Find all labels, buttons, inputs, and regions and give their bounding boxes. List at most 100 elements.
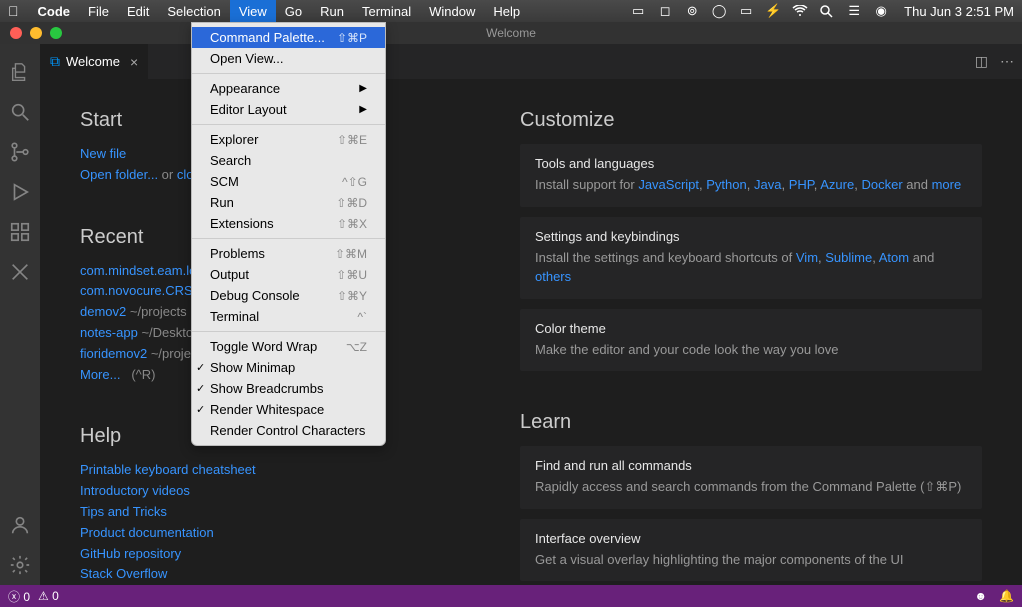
help-link[interactable]: Printable keyboard cheatsheet <box>80 462 256 477</box>
menu-item[interactable]: ✓Show Minimap <box>192 357 385 378</box>
menu-item[interactable]: Explorer⇧⌘E <box>192 129 385 150</box>
menu-item-shortcut: ⇧⌘U <box>336 268 367 282</box>
settings-gear-icon[interactable] <box>0 545 40 585</box>
window-zoom-button[interactable] <box>50 27 62 39</box>
card-description: Install the settings and keyboard shortc… <box>535 248 967 287</box>
menu-item[interactable]: Output⇧⌘U <box>192 264 385 285</box>
menu-item[interactable]: Problems⇧⌘M <box>192 243 385 264</box>
tools-icon[interactable] <box>0 252 40 292</box>
spotlight-icon[interactable] <box>819 4 835 18</box>
card-link[interactable]: Vim <box>796 250 818 265</box>
split-editor-icon[interactable]: ◫ <box>975 53 988 70</box>
status-warnings[interactable]: ⚠ 0 <box>38 589 59 603</box>
wifi-icon[interactable] <box>792 5 808 17</box>
menu-item-shortcut: ⇧⌘P <box>337 31 367 45</box>
tab-welcome[interactable]: ⧉ Welcome × <box>40 44 148 79</box>
account-icon[interactable] <box>0 505 40 545</box>
status-bell-icon[interactable]: 🔔 <box>999 589 1014 603</box>
menu-edit[interactable]: Edit <box>118 0 158 22</box>
tray-icon[interactable]: ◻ <box>657 3 673 19</box>
menu-item[interactable]: Extensions⇧⌘X <box>192 213 385 234</box>
menu-terminal[interactable]: Terminal <box>353 0 420 22</box>
menu-item-label: Debug Console <box>210 288 300 303</box>
menu-item[interactable]: Open View... <box>192 48 385 69</box>
window-close-button[interactable] <box>10 27 22 39</box>
card-link[interactable]: Docker <box>861 177 902 192</box>
menu-item[interactable]: Toggle Word Wrap⌥Z <box>192 336 385 357</box>
menu-item[interactable]: ✓Show Breadcrumbs <box>192 378 385 399</box>
status-errors[interactable]: ⓧ 0 <box>8 588 30 605</box>
control-center-icon[interactable]: ☰ <box>846 3 862 19</box>
menubar-datetime[interactable]: Thu Jun 3 2:51 PM <box>904 4 1014 19</box>
menu-item[interactable]: Run⇧⌘D <box>192 192 385 213</box>
card-link[interactable]: JavaScript <box>638 177 699 192</box>
menu-item[interactable]: Render Control Characters <box>192 420 385 441</box>
tab-close-icon[interactable]: × <box>130 54 138 70</box>
menu-item[interactable]: Editor Layout▶ <box>192 99 385 120</box>
recent-item[interactable]: demov2 <box>80 304 126 319</box>
help-link[interactable]: Stack Overflow <box>80 566 167 581</box>
open-folder-link[interactable]: Open folder... <box>80 167 158 182</box>
check-icon: ✓ <box>196 403 205 416</box>
menu-item[interactable]: Terminal^` <box>192 306 385 327</box>
recent-more-link[interactable]: More... <box>80 367 120 382</box>
status-bar: ⓧ 0 ⚠ 0 ☻ 🔔 <box>0 585 1022 607</box>
menu-item[interactable]: Appearance▶ <box>192 78 385 99</box>
menu-item-shortcut: ⇧⌘D <box>336 196 367 210</box>
card-more-link[interactable]: more <box>932 177 962 192</box>
editor-tabbar: ⧉ Welcome × ◫ ⋯ <box>0 44 1022 79</box>
menu-run[interactable]: Run <box>311 0 353 22</box>
customize-card[interactable]: Color themeMake the editor and your code… <box>520 309 982 372</box>
menu-help[interactable]: Help <box>484 0 529 22</box>
card-more-link[interactable]: others <box>535 269 571 284</box>
menu-item-label: Toggle Word Wrap <box>210 339 317 354</box>
tray-icon[interactable]: ◯ <box>711 3 727 19</box>
apple-menu-icon[interactable]:  <box>8 3 19 19</box>
help-link[interactable]: GitHub repository <box>80 546 181 561</box>
tray-icon[interactable]: ▭ <box>630 3 646 19</box>
menu-item[interactable]: ✓Render Whitespace <box>192 399 385 420</box>
more-actions-icon[interactable]: ⋯ <box>1000 53 1014 70</box>
learn-card[interactable]: Find and run all commandsRapidly access … <box>520 446 982 509</box>
menu-app[interactable]: Code <box>29 0 80 22</box>
menu-item[interactable]: Command Palette...⇧⌘P <box>192 27 385 48</box>
menu-item[interactable]: Debug Console⇧⌘Y <box>192 285 385 306</box>
card-link[interactable]: Python <box>706 177 746 192</box>
card-link[interactable]: PHP <box>789 177 814 192</box>
run-debug-icon[interactable] <box>0 172 40 212</box>
status-feedback-icon[interactable]: ☻ <box>974 589 987 603</box>
menu-selection[interactable]: Selection <box>158 0 229 22</box>
recent-item[interactable]: notes-app <box>80 325 138 340</box>
recent-item[interactable]: com.novocure.CRSAp <box>80 283 209 298</box>
card-link[interactable]: Atom <box>879 250 909 265</box>
menu-go[interactable]: Go <box>276 0 311 22</box>
customize-card[interactable]: Settings and keybindingsInstall the sett… <box>520 217 982 299</box>
menu-window[interactable]: Window <box>420 0 484 22</box>
learn-card[interactable]: Interface overviewGet a visual overlay h… <box>520 519 982 582</box>
help-link[interactable]: Tips and Tricks <box>80 504 167 519</box>
tray-icon[interactable]: ⊚ <box>684 3 700 19</box>
menu-item[interactable]: Search <box>192 150 385 171</box>
menu-item-shortcut: ^⇧G <box>342 175 367 189</box>
help-link[interactable]: Product documentation <box>80 525 214 540</box>
new-file-link[interactable]: New file <box>80 146 126 161</box>
macos-menubar:  Code File Edit Selection View Go Run T… <box>0 0 1022 22</box>
window-minimize-button[interactable] <box>30 27 42 39</box>
menu-item[interactable]: SCM^⇧G <box>192 171 385 192</box>
card-link[interactable]: Java <box>754 177 781 192</box>
help-link[interactable]: Introductory videos <box>80 483 190 498</box>
menu-view[interactable]: View <box>230 0 276 22</box>
menu-item-shortcut: ⇧⌘E <box>337 133 367 147</box>
extensions-icon[interactable] <box>0 212 40 252</box>
battery-icon[interactable]: ⚡ <box>765 3 781 19</box>
search-icon[interactable] <box>0 92 40 132</box>
card-link[interactable]: Azure <box>820 177 854 192</box>
menu-file[interactable]: File <box>79 0 118 22</box>
card-link[interactable]: Sublime <box>825 250 872 265</box>
recent-item[interactable]: fioridemov2 <box>80 346 147 361</box>
explorer-icon[interactable] <box>0 52 40 92</box>
customize-card[interactable]: Tools and languagesInstall support for J… <box>520 144 982 207</box>
siri-icon[interactable]: ◉ <box>873 3 889 19</box>
source-control-icon[interactable] <box>0 132 40 172</box>
tray-icon[interactable]: ▭ <box>738 3 754 19</box>
